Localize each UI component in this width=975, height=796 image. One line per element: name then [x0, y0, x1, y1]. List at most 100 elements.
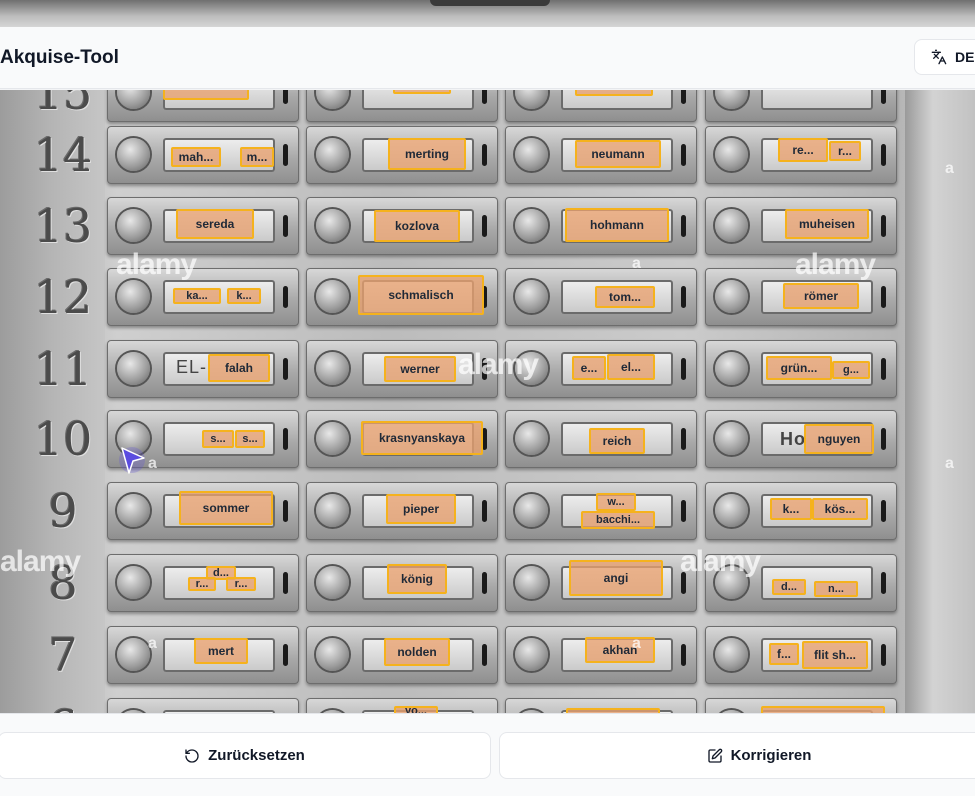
- name-highlight[interactable]: hohmann: [565, 208, 669, 242]
- row-number: 6: [28, 700, 98, 713]
- name-highlight[interactable]: yo...: [394, 706, 438, 713]
- name-highlight[interactable]: könig: [387, 564, 447, 594]
- bell-button: [316, 209, 349, 242]
- plate-slot: [881, 358, 886, 380]
- bell-button: [117, 494, 150, 527]
- name-highlight[interactable]: tom...: [595, 286, 655, 308]
- plate-slot: [482, 90, 487, 104]
- bell-button: [515, 566, 548, 599]
- watermark-alamy: alamy: [458, 348, 539, 381]
- watermark-mark: a: [632, 255, 641, 272]
- name-highlight[interactable]: re...: [778, 138, 828, 162]
- name-highlight[interactable]: w...: [596, 493, 636, 511]
- name-highlight[interactable]: flit sh...: [802, 641, 868, 669]
- watermark-mark: a: [945, 160, 954, 177]
- bell-button: [117, 138, 150, 171]
- app-title: Akquise-Tool: [0, 47, 119, 68]
- name-highlight[interactable]: angi: [569, 560, 663, 596]
- name-highlight[interactable]: sommer: [179, 491, 273, 525]
- name-highlight[interactable]: reich: [589, 428, 645, 454]
- name-highlight[interactable]: schmalisch: [358, 275, 484, 315]
- name-highlight[interactable]: d...: [772, 579, 806, 595]
- name-highlight[interactable]: akhan: [585, 637, 655, 663]
- plate-slot: [681, 428, 686, 450]
- name-highlight[interactable]: g...: [832, 361, 870, 379]
- bell-button: [316, 90, 349, 109]
- name-highlight[interactable]: m...: [240, 147, 274, 167]
- plate-slot: [681, 215, 686, 237]
- plate-slot: [881, 144, 886, 166]
- correct-button[interactable]: Korrigieren: [499, 732, 975, 779]
- name-highlight[interactable]: k...: [770, 498, 812, 520]
- plate-slot: [881, 644, 886, 666]
- watermark-alamy: alamy: [0, 545, 81, 578]
- photo-top-strip: [0, 0, 975, 27]
- photo-left-wall: [0, 90, 105, 713]
- name-highlight[interactable]: [163, 90, 249, 100]
- bell-button: [316, 352, 349, 385]
- name-highlight[interactable]: merting: [388, 138, 466, 170]
- name-highlight[interactable]: mert: [194, 638, 248, 664]
- name-highlight[interactable]: k...: [227, 288, 261, 304]
- plate-slot: [482, 215, 487, 237]
- name-highlight[interactable]: krasnyanskaya: [361, 421, 483, 455]
- watermark-alamy: alamy: [795, 248, 876, 281]
- bell-button: [117, 209, 150, 242]
- language-label: DE: [955, 49, 975, 65]
- name-highlight[interactable]: kozlova: [374, 210, 460, 242]
- name-highlight[interactable]: römer: [783, 283, 859, 309]
- plate-text-el: EL-: [176, 357, 208, 377]
- name-highlight[interactable]: r...: [188, 577, 216, 591]
- row-number: 13: [33, 199, 93, 253]
- row-number: 7: [48, 628, 78, 682]
- name-highlight[interactable]: ka...: [173, 288, 221, 304]
- row-number: 10: [33, 412, 93, 466]
- name-highlight[interactable]: s...: [202, 430, 234, 448]
- bell-button: [117, 352, 150, 385]
- name-highlight[interactable]: el...: [607, 354, 655, 380]
- row-number: 11: [33, 342, 93, 396]
- plate-slot: [881, 286, 886, 308]
- bell-button: [715, 90, 748, 109]
- name-highlight[interactable]: falah: [208, 354, 270, 382]
- bell-button: [515, 638, 548, 671]
- plate-slot: [681, 144, 686, 166]
- name-highlight[interactable]: n...: [814, 581, 858, 597]
- name-highlight[interactable]: e...: [572, 356, 606, 380]
- name-highlight[interactable]: muheisen: [785, 209, 869, 239]
- bell-button: [316, 638, 349, 671]
- name-highlight[interactable]: werner: [384, 356, 456, 382]
- plate-slot: [881, 90, 886, 104]
- plate-slot: [482, 500, 487, 522]
- name-highlight[interactable]: neumann: [575, 140, 661, 168]
- bell-button: [715, 352, 748, 385]
- name-highlight[interactable]: bacchi...: [581, 511, 655, 529]
- bell-button: [316, 494, 349, 527]
- watermark-mark: a: [148, 635, 157, 652]
- name-highlight[interactable]: [761, 706, 885, 713]
- plate-slot: [881, 215, 886, 237]
- name-highlight[interactable]: [575, 90, 653, 96]
- name-highlight[interactable]: f...: [769, 643, 799, 665]
- bell-button: [515, 494, 548, 527]
- name-highlight[interactable]: mah...: [171, 147, 221, 167]
- name-highlight[interactable]: [393, 90, 451, 94]
- name-highlight[interactable]: grün...: [766, 356, 832, 380]
- language-button[interactable]: DE: [914, 39, 975, 75]
- name-highlight[interactable]: nolden: [384, 638, 450, 666]
- name-highlight[interactable]: r...: [226, 577, 256, 591]
- name-highlight[interactable]: kös...: [812, 498, 868, 520]
- name-highlight[interactable]: r...: [829, 141, 861, 161]
- reset-button[interactable]: Zurücksetzen: [0, 732, 491, 779]
- name-highlight[interactable]: nguyen: [804, 424, 874, 454]
- name-highlight[interactable]: sereda: [176, 209, 254, 239]
- translate-icon: [931, 49, 947, 65]
- plate-slot: [681, 500, 686, 522]
- correct-label: Korrigieren: [730, 747, 812, 764]
- plate-slot: [881, 428, 886, 450]
- row-number: 9: [48, 484, 78, 538]
- name-highlight[interactable]: s...: [235, 430, 265, 448]
- name-highlight[interactable]: pieper: [386, 494, 456, 524]
- name-label-plate: [761, 90, 873, 110]
- doorbell-photo[interactable]: 1514131211109876 EL- Ho mah...m...mertin…: [0, 90, 975, 713]
